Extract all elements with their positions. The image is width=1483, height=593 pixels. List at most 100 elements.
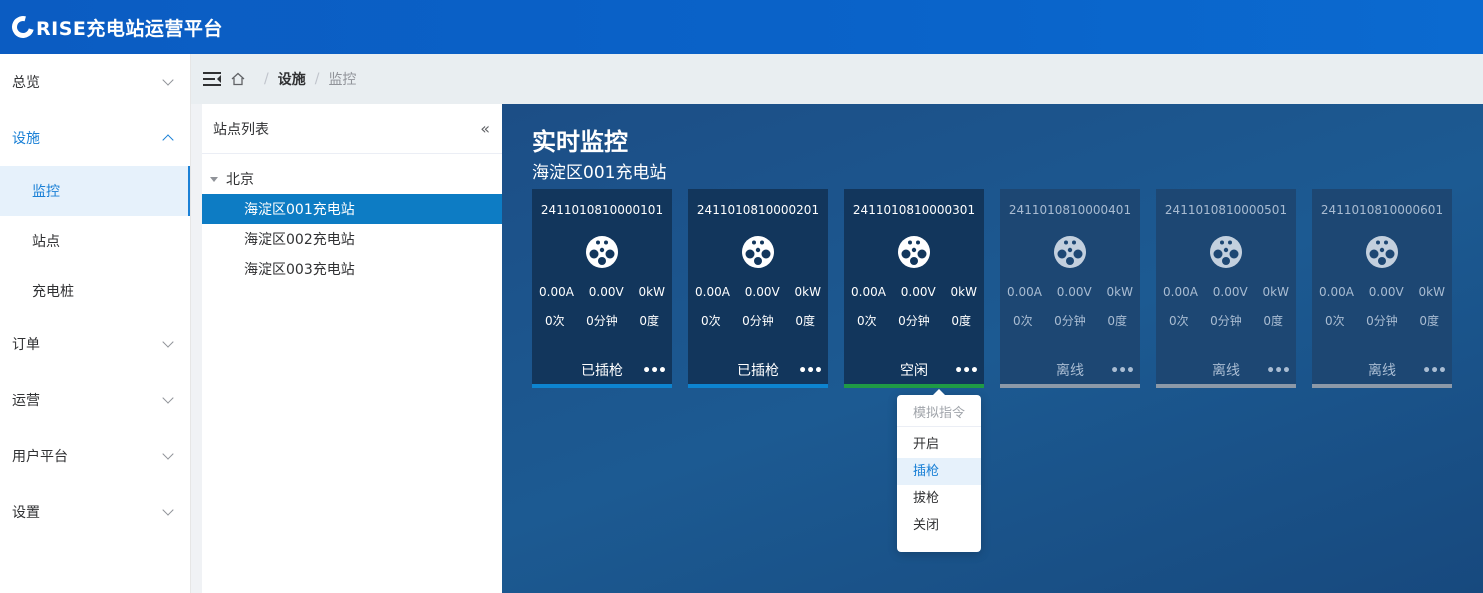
- charger-metrics-row1: 0.00A 0.00V 0kW: [1156, 285, 1296, 299]
- menu-fold-icon[interactable]: [203, 72, 221, 86]
- charger-card[interactable]: 2411010810000401 0.00A 0.00V 0kW 0次 0分钟 0度 离线 ••…: [1000, 189, 1140, 388]
- current-value: 0.00A: [1007, 285, 1042, 299]
- tree-node-label: 海淀区001充电站: [244, 202, 355, 218]
- chevron-down-icon: [162, 74, 174, 86]
- sidebar-item-user-platform[interactable]: 用户平台: [0, 428, 190, 484]
- status-bar: [532, 384, 672, 388]
- count-value: 0次: [857, 314, 877, 328]
- sidebar: 总览 设施 监控 站点 充电桩 订单 运营 用户平台 设置: [0, 54, 191, 593]
- current-value: 0.00A: [851, 285, 886, 299]
- dropdown-item-plug-in[interactable]: 插枪: [897, 458, 981, 485]
- status-bar: [844, 384, 984, 388]
- chevron-up-icon: [162, 134, 174, 146]
- duration-value: 0分钟: [898, 314, 930, 328]
- sidebar-subitem-stations[interactable]: 站点: [0, 216, 190, 266]
- status-bar: [1000, 384, 1140, 388]
- tree-node-beijing[interactable]: 北京: [202, 164, 502, 194]
- sidebar-subitem-label: 监控: [32, 184, 60, 200]
- energy-value: 0度: [1107, 314, 1127, 328]
- voltage-value: 0.00V: [1056, 285, 1092, 299]
- tree-node-label: 海淀区003充电站: [244, 262, 355, 278]
- status-bar: [688, 384, 828, 388]
- more-icon[interactable]: •••: [1110, 364, 1135, 378]
- sidebar-item-label: 订单: [12, 337, 40, 353]
- more-icon[interactable]: •••: [798, 364, 823, 378]
- status-bar: [1312, 384, 1452, 388]
- chevron-down-icon: [162, 504, 174, 516]
- count-value: 0次: [701, 314, 721, 328]
- caret-down-icon[interactable]: [210, 176, 218, 182]
- tree-node-station[interactable]: 海淀区002充电站: [202, 224, 502, 254]
- more-icon[interactable]: •••: [954, 364, 979, 378]
- charger-card[interactable]: 2411010810000501 0.00A 0.00V 0kW 0次 0分钟 0度 离线 ••…: [1156, 189, 1296, 388]
- charger-metrics-row1: 0.00A 0.00V 0kW: [1000, 285, 1140, 299]
- dropdown-item-close[interactable]: 关闭: [897, 512, 981, 539]
- charging-plug-icon: [1054, 236, 1086, 268]
- charger-metrics-row1: 0.00A 0.00V 0kW: [688, 285, 828, 299]
- charging-plug-icon: [586, 236, 618, 268]
- current-value: 0.00A: [1319, 285, 1354, 299]
- more-icon[interactable]: •••: [1266, 364, 1291, 378]
- current-value: 0.00A: [539, 285, 574, 299]
- power-value: 0kW: [1262, 285, 1289, 299]
- count-value: 0次: [1325, 314, 1345, 328]
- tree-node-station[interactable]: 海淀区001充电站: [202, 194, 502, 224]
- duration-value: 0分钟: [1366, 314, 1398, 328]
- breadcrumb-facilities[interactable]: 设施: [278, 69, 306, 89]
- sidebar-subitem-chargers[interactable]: 充电桩: [0, 266, 190, 316]
- charger-metrics-row2: 0次 0分钟 0度: [844, 312, 984, 329]
- duration-value: 0分钟: [742, 314, 774, 328]
- app-header: RISE充电站运营平台: [0, 0, 1483, 54]
- voltage-value: 0.00V: [744, 285, 780, 299]
- power-value: 0kW: [638, 285, 665, 299]
- duration-value: 0分钟: [1210, 314, 1242, 328]
- charger-metrics-row2: 0次 0分钟 0度: [532, 312, 672, 329]
- dropdown-item-unplug[interactable]: 拔枪: [897, 485, 981, 512]
- sidebar-item-overview[interactable]: 总览: [0, 54, 190, 110]
- charger-id: 2411010810000601: [1320, 203, 1444, 217]
- energy-value: 0度: [639, 314, 659, 328]
- sidebar-subitem-monitor[interactable]: 监控: [0, 166, 190, 216]
- sidebar-item-operations[interactable]: 运营: [0, 372, 190, 428]
- station-list-title: 站点列表: [213, 121, 269, 138]
- tree-node-station[interactable]: 海淀区003充电站: [202, 254, 502, 284]
- charger-id: 2411010810000501: [1164, 203, 1288, 217]
- tree-node-label: 北京: [226, 172, 254, 188]
- sidebar-item-label: 运营: [12, 393, 40, 409]
- charger-id: 2411010810000201: [696, 203, 820, 217]
- voltage-value: 0.00V: [1212, 285, 1248, 299]
- sidebar-item-facilities[interactable]: 设施: [0, 110, 190, 166]
- energy-value: 0度: [1263, 314, 1283, 328]
- collapse-icon[interactable]: «: [480, 119, 490, 138]
- current-value: 0.00A: [695, 285, 730, 299]
- more-icon[interactable]: •••: [642, 364, 667, 378]
- charging-plug-icon: [742, 236, 774, 268]
- power-value: 0kW: [1106, 285, 1133, 299]
- tree-node-label: 海淀区002充电站: [244, 232, 355, 248]
- charger-card[interactable]: 2411010810000201 0.00A 0.00V 0kW 0次 0分钟 0度 已插枪 •…: [688, 189, 828, 388]
- monitor-panel: 实时监控 海淀区001充电站 2411010810000101 0.00A 0.00…: [502, 104, 1483, 593]
- more-icon[interactable]: •••: [1422, 364, 1447, 378]
- charger-id: 2411010810000301: [852, 203, 976, 217]
- sidebar-item-orders[interactable]: 订单: [0, 316, 190, 372]
- sidebar-item-label: 总览: [12, 75, 40, 91]
- sidebar-item-settings[interactable]: 设置: [0, 484, 190, 540]
- charger-card[interactable]: 2411010810000601 0.00A 0.00V 0kW 0次 0分钟 0度 离线 ••…: [1312, 189, 1452, 388]
- charger-card[interactable]: 2411010810000301 0.00A 0.00V 0kW 0次 0分钟 0度 空闲 ••…: [844, 189, 984, 388]
- duration-value: 0分钟: [586, 314, 618, 328]
- charging-plug-icon: [1210, 236, 1242, 268]
- home-icon[interactable]: [231, 72, 245, 86]
- charger-card[interactable]: 2411010810000101 0.00A 0.00V 0kW 0次 0分钟 0度 已插枪 •…: [532, 189, 672, 388]
- count-value: 0次: [545, 314, 565, 328]
- breadcrumb-monitor: 监控: [328, 72, 357, 88]
- charger-metrics-row2: 0次 0分钟 0度: [1000, 312, 1140, 329]
- dropdown-header: 模拟指令: [897, 401, 981, 427]
- status-bar: [1156, 384, 1296, 388]
- sidebar-subitem-label: 站点: [32, 234, 60, 250]
- charger-id: 2411010810000101: [540, 203, 664, 217]
- charging-plug-icon: [898, 236, 930, 268]
- charging-plug-icon: [1366, 236, 1398, 268]
- logo-icon: [7, 11, 39, 43]
- dropdown-item-start[interactable]: 开启: [897, 431, 981, 458]
- charger-metrics-row2: 0次 0分钟 0度: [688, 312, 828, 329]
